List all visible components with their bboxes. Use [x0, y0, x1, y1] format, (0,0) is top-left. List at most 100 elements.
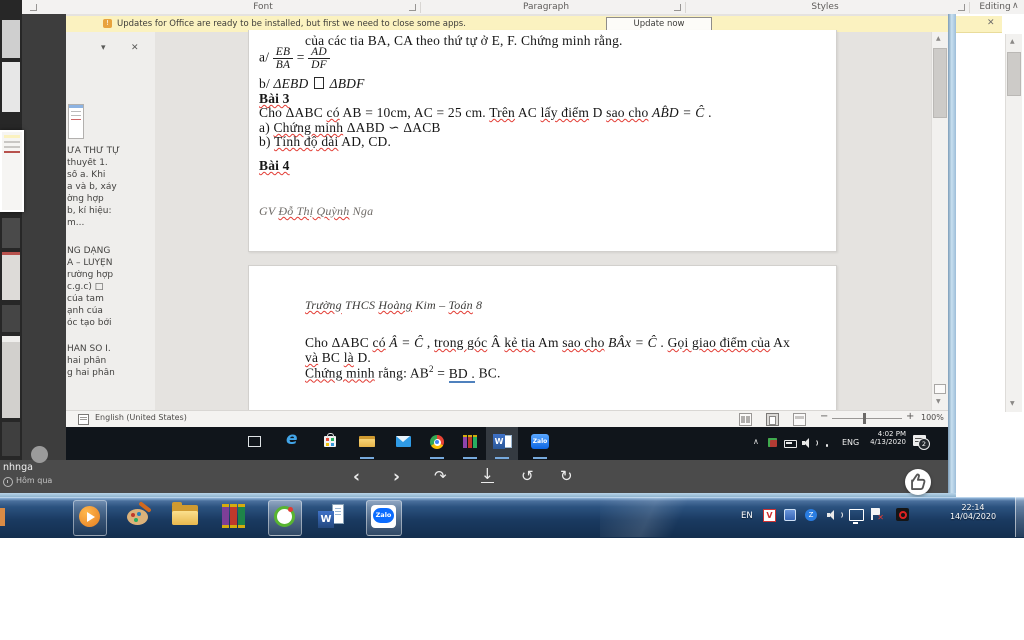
- office-update-bar-sliver: [956, 16, 1002, 33]
- next-photo-icon[interactable]: ›: [393, 467, 400, 487]
- read-mode-icon[interactable]: [739, 413, 752, 426]
- nav-item[interactable]: rường hợp: [67, 270, 154, 280]
- page-thumbnail-icon[interactable]: [68, 104, 84, 139]
- photo-thumbnail[interactable]: [2, 252, 20, 300]
- photo-filmstrip: [0, 0, 22, 460]
- tray-language[interactable]: ENG: [842, 438, 859, 447]
- nav-item[interactable]: g hai phân: [67, 368, 154, 378]
- web-layout-icon[interactable]: [793, 413, 806, 426]
- tray-language[interactable]: EN: [741, 511, 753, 521]
- nav-item[interactable]: ạnh của: [67, 306, 154, 316]
- photo-thumbnail[interactable]: [2, 218, 20, 248]
- action-center-flag-icon[interactable]: ✕: [871, 508, 884, 522]
- rotate-right-icon[interactable]: ↻: [560, 467, 573, 485]
- coccoc-browser-button[interactable]: [268, 500, 302, 536]
- chrome-icon[interactable]: [430, 435, 444, 449]
- nav-item[interactable]: a và b, xảy: [67, 182, 154, 192]
- speaker-icon[interactable]: [802, 438, 818, 448]
- language-indicator[interactable]: English (United States): [95, 413, 187, 422]
- zalo-tray-icon[interactable]: Z: [805, 509, 817, 521]
- chevron-down-icon[interactable]: ▾: [101, 43, 106, 53]
- store-icon[interactable]: [324, 433, 336, 447]
- share-icon[interactable]: ↷: [434, 467, 447, 485]
- split-view-icon[interactable]: [934, 384, 946, 394]
- collapse-ribbon-icon[interactable]: ∧: [1012, 1, 1019, 11]
- zalo-icon[interactable]: Zalo: [531, 434, 549, 449]
- word-icon[interactable]: W: [318, 504, 344, 528]
- media-player-button[interactable]: [73, 500, 107, 536]
- previous-photo-icon[interactable]: ‹: [353, 467, 360, 487]
- folder-icon[interactable]: [172, 502, 198, 525]
- vietkey-icon[interactable]: V: [763, 509, 776, 522]
- tray-chevron-icon[interactable]: ∧: [753, 437, 759, 446]
- styles-dialog-launcher-icon[interactable]: [958, 4, 965, 11]
- doc-text-line: của các tia BA, CA theo thứ tự ở E, F. C…: [305, 33, 623, 48]
- photo-thumbnail[interactable]: [2, 422, 20, 456]
- rotate-left-icon[interactable]: ↺: [521, 467, 534, 485]
- nav-item[interactable]: HÂN SỐ I.: [67, 344, 154, 354]
- tray-clock[interactable]: 22:14 14/04/2020: [938, 503, 1008, 521]
- nav-item[interactable]: của tam: [67, 294, 154, 304]
- nav-item[interactable]: b, kí hiệu:: [67, 206, 154, 216]
- mail-icon[interactable]: [396, 436, 411, 447]
- notification-center-icon[interactable]: 2: [913, 435, 930, 450]
- photo-thumbnail-selected[interactable]: [0, 130, 24, 212]
- paragraph-dialog-launcher-icon[interactable]: [674, 4, 681, 11]
- zoom-level[interactable]: 100%: [921, 413, 944, 422]
- file-explorer-icon[interactable]: [359, 436, 375, 447]
- proofing-book-icon[interactable]: [78, 414, 89, 425]
- fraction: AD DF: [308, 46, 330, 71]
- nav-item[interactable]: thuyết 1.: [67, 158, 154, 168]
- battery-icon[interactable]: [784, 440, 797, 448]
- photo-thumbnail[interactable]: [2, 336, 20, 418]
- nav-item[interactable]: óc tạo bởi: [67, 318, 154, 328]
- winrar-icon[interactable]: [222, 504, 246, 528]
- print-layout-icon[interactable]: [766, 413, 779, 426]
- tray-app-icon[interactable]: [896, 508, 909, 521]
- avatar: [31, 446, 48, 463]
- like-button[interactable]: [905, 469, 931, 495]
- network-icon[interactable]: [849, 509, 864, 524]
- paint-icon[interactable]: [126, 501, 152, 527]
- scroll-up-icon[interactable]: ▲: [936, 35, 941, 42]
- wifi-icon[interactable]: [820, 437, 834, 448]
- edge-icon[interactable]: e: [286, 429, 298, 449]
- doc-fraction-line: a/ EB BA = AD DF: [259, 46, 330, 71]
- nav-item[interactable]: ờng hợp: [67, 194, 154, 204]
- scroll-down-icon[interactable]: ▼: [936, 398, 941, 405]
- scroll-up-icon[interactable]: ▲: [1010, 38, 1015, 45]
- zoom-out-icon[interactable]: −: [820, 411, 828, 422]
- nav-item[interactable]: số a. Khi: [67, 170, 154, 180]
- winrar-icon[interactable]: [463, 435, 477, 448]
- doc-text-line: Chứng minh rằng: AB2 = BD . BC.: [305, 364, 501, 383]
- tray-app-icon[interactable]: [784, 509, 796, 521]
- tray-clock[interactable]: 4:02 PM 4/13/2020: [864, 430, 906, 446]
- zoom-slider-thumb[interactable]: [863, 413, 866, 424]
- clipboard-dialog-launcher-icon[interactable]: [30, 4, 37, 11]
- close-icon[interactable]: ✕: [987, 18, 995, 28]
- download-icon[interactable]: ↓: [481, 467, 494, 483]
- photo-thumbnail[interactable]: [2, 20, 20, 58]
- photo-thumbnail[interactable]: [2, 62, 20, 112]
- zalo-button[interactable]: Zalo: [366, 500, 402, 536]
- zoom-in-icon[interactable]: +: [906, 411, 914, 422]
- tray-app-icon[interactable]: [768, 438, 777, 447]
- nav-item[interactable]: A – LUYỆN: [67, 258, 154, 268]
- task-view-icon[interactable]: [248, 436, 261, 447]
- nav-item[interactable]: m...: [67, 218, 154, 228]
- nav-item[interactable]: hai phân: [67, 356, 154, 366]
- nav-item[interactable]: NG DẠNG: [67, 246, 154, 256]
- scroll-thumb[interactable]: [933, 48, 947, 118]
- nav-item[interactable]: ỮA THỨ TỰ: [67, 146, 154, 156]
- scroll-thumb[interactable]: [1007, 52, 1021, 96]
- zoom-slider[interactable]: [832, 418, 902, 419]
- sender-name: nhnga: [3, 462, 33, 473]
- close-icon[interactable]: ✕: [131, 43, 139, 53]
- word-icon[interactable]: W: [493, 434, 512, 449]
- scroll-down-icon[interactable]: ▼: [1010, 400, 1015, 407]
- photo-thumbnail[interactable]: [2, 305, 20, 332]
- show-desktop-button[interactable]: [1015, 497, 1024, 537]
- speaker-icon[interactable]: [827, 510, 843, 520]
- font-dialog-launcher-icon[interactable]: [409, 4, 416, 11]
- nav-item[interactable]: c.g.c) □: [67, 282, 154, 292]
